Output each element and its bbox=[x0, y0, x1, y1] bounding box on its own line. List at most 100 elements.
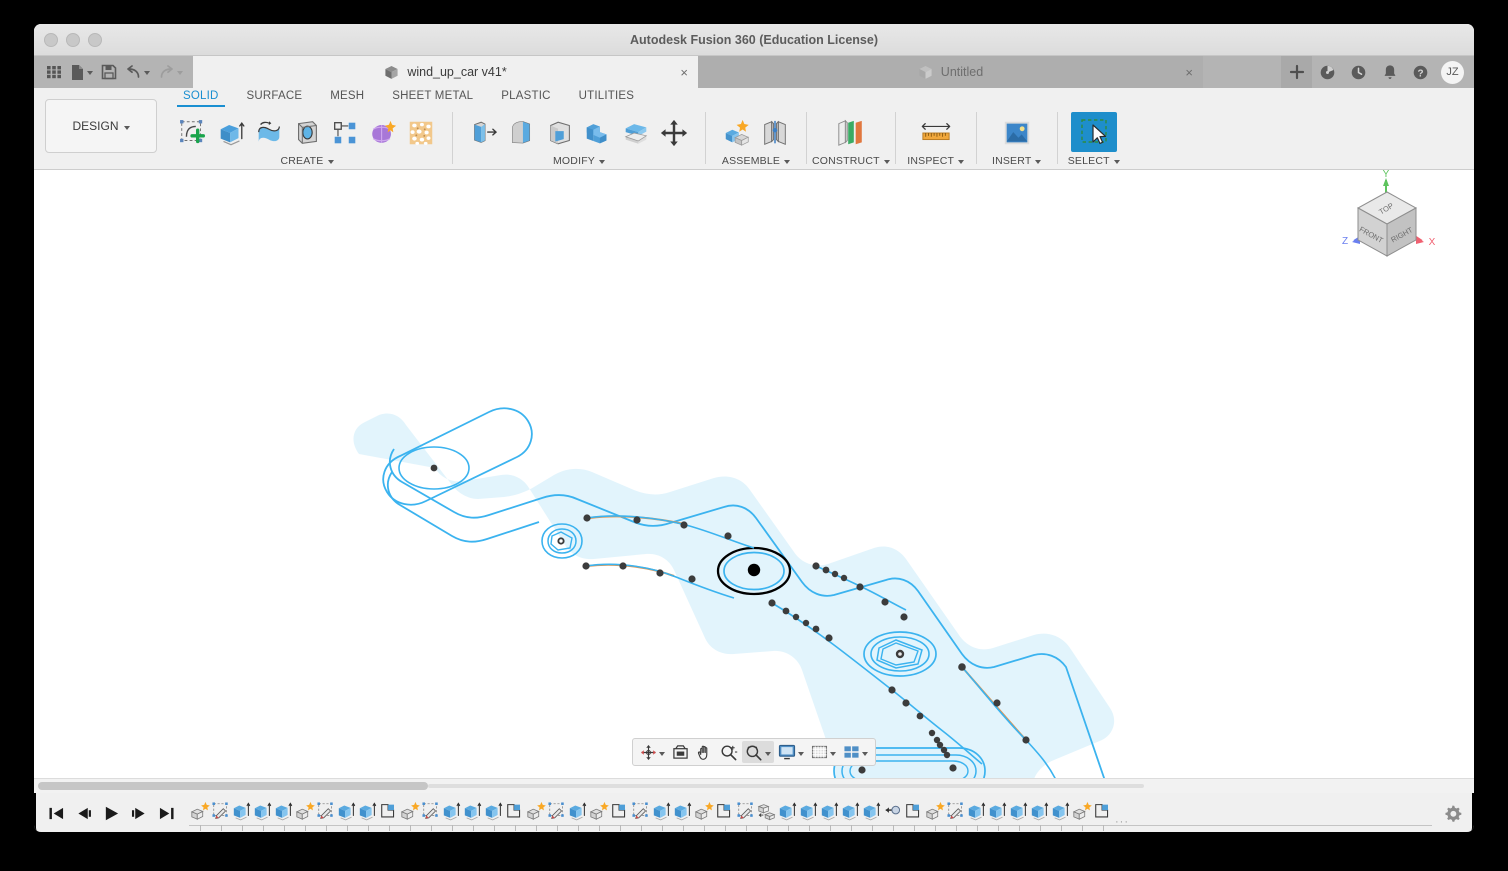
close-tab-icon[interactable]: × bbox=[680, 66, 688, 79]
move-copy-icon[interactable] bbox=[656, 114, 692, 152]
notifications-icon[interactable] bbox=[1374, 56, 1405, 88]
chevron-down-icon[interactable] bbox=[784, 159, 791, 164]
create-sketch-icon[interactable] bbox=[175, 114, 211, 152]
timeline-feature-new-component[interactable] bbox=[588, 794, 609, 832]
form-icon[interactable] bbox=[365, 114, 401, 152]
view-cube[interactable]: Y X Z TOP FRONT RIGHT bbox=[1334, 170, 1446, 275]
timeline-feature-extrude[interactable] bbox=[651, 794, 672, 832]
chevron-down-icon[interactable] bbox=[1035, 159, 1042, 164]
timeline-feature-sketch[interactable] bbox=[420, 794, 441, 832]
step-back-icon[interactable] bbox=[76, 806, 92, 821]
extrude-icon[interactable] bbox=[213, 114, 249, 152]
jump-to-beginning-icon[interactable] bbox=[48, 806, 65, 821]
timeline-feature-extrude[interactable] bbox=[336, 794, 357, 832]
scrollbar-thumb[interactable] bbox=[38, 782, 428, 790]
chevron-down-icon[interactable] bbox=[123, 125, 130, 130]
new-file-icon[interactable] bbox=[67, 61, 96, 84]
grid-snaps-icon[interactable] bbox=[808, 741, 839, 763]
timeline-feature-mirror[interactable] bbox=[609, 794, 630, 832]
workspace-switcher[interactable]: DESIGN bbox=[45, 99, 157, 153]
chevron-down-icon[interactable] bbox=[327, 159, 334, 164]
timeline-feature-new-component[interactable] bbox=[294, 794, 315, 832]
timeline-feature-extrude[interactable] bbox=[567, 794, 588, 832]
window-controls[interactable] bbox=[44, 32, 102, 47]
timeline-feature-new-component[interactable] bbox=[189, 794, 210, 832]
chevron-down-icon[interactable] bbox=[144, 71, 150, 75]
help-icon[interactable]: ? bbox=[1405, 56, 1436, 88]
panel-title-insert[interactable]: INSERT bbox=[992, 155, 1042, 167]
rectangular-pattern-icon[interactable] bbox=[327, 114, 363, 152]
panel-title-construct[interactable]: CONSTRUCT bbox=[812, 155, 890, 167]
chevron-down-icon[interactable] bbox=[883, 159, 890, 164]
chevron-down-icon[interactable] bbox=[1113, 159, 1120, 164]
timeline-feature-mirror[interactable] bbox=[504, 794, 525, 832]
redo-icon[interactable] bbox=[155, 62, 186, 83]
timeline-feature-extrude[interactable] bbox=[1029, 794, 1050, 832]
minimize-window-button[interactable] bbox=[66, 32, 80, 47]
timeline-feature-move-copy[interactable] bbox=[756, 794, 777, 832]
timeline-feature-list[interactable]: ··· bbox=[189, 792, 1432, 832]
chevron-down-icon[interactable] bbox=[177, 71, 183, 75]
timeline-feature-mirror[interactable] bbox=[903, 794, 924, 832]
maximize-window-button[interactable] bbox=[88, 32, 102, 47]
undo-icon[interactable] bbox=[122, 62, 153, 83]
tab-mesh[interactable]: MESH bbox=[316, 88, 378, 105]
press-pull-icon[interactable] bbox=[466, 114, 502, 152]
timeline-feature-extrude[interactable] bbox=[672, 794, 693, 832]
timeline-feature-mirror[interactable] bbox=[378, 794, 399, 832]
timeline-feature-extrude[interactable] bbox=[252, 794, 273, 832]
combine-icon[interactable] bbox=[580, 114, 616, 152]
chevron-down-icon[interactable] bbox=[830, 751, 836, 756]
fillet-icon[interactable] bbox=[504, 114, 540, 152]
sketch-geometry[interactable] bbox=[34, 170, 1474, 778]
display-settings-icon[interactable] bbox=[775, 741, 807, 763]
viewport-canvas[interactable]: Y X Z TOP FRONT RIGHT bbox=[34, 170, 1474, 778]
chevron-down-icon[interactable] bbox=[798, 751, 804, 756]
job-status-icon[interactable] bbox=[1343, 56, 1374, 88]
timeline-feature-extrude[interactable] bbox=[462, 794, 483, 832]
chevron-down-icon[interactable] bbox=[659, 751, 665, 756]
timeline-feature-sketch[interactable] bbox=[945, 794, 966, 832]
timeline-feature-sketch[interactable] bbox=[315, 794, 336, 832]
panel-title-modify[interactable]: MODIFY bbox=[553, 155, 606, 167]
shell-icon[interactable] bbox=[542, 114, 578, 152]
scrollbar-track[interactable] bbox=[428, 784, 1144, 788]
timeline-feature-extrude[interactable] bbox=[966, 794, 987, 832]
measure-icon[interactable] bbox=[909, 114, 963, 152]
fit-icon[interactable] bbox=[742, 741, 774, 763]
timeline-feature-extrude[interactable] bbox=[1050, 794, 1071, 832]
sketch-point[interactable] bbox=[430, 464, 438, 472]
timeline-feature-new-component[interactable] bbox=[924, 794, 945, 832]
tab-utilities[interactable]: UTILITIES bbox=[565, 88, 648, 105]
split-face-icon[interactable] bbox=[618, 114, 654, 152]
timeline-feature-mirror[interactable] bbox=[1092, 794, 1113, 832]
timeline-feature-extrude[interactable] bbox=[819, 794, 840, 832]
timeline-feature-joint[interactable] bbox=[882, 794, 903, 832]
timeline-feature-extrude[interactable] bbox=[231, 794, 252, 832]
timeline-feature-extrude[interactable] bbox=[1008, 794, 1029, 832]
timeline-feature-sketch[interactable] bbox=[546, 794, 567, 832]
new-component-icon[interactable] bbox=[719, 114, 755, 152]
document-tab-untitled[interactable]: Untitled × bbox=[698, 56, 1203, 88]
zoom-icon[interactable] bbox=[717, 741, 741, 763]
close-window-button[interactable] bbox=[44, 32, 58, 47]
timeline-feature-sketch[interactable] bbox=[735, 794, 756, 832]
panel-title-create[interactable]: CREATE bbox=[280, 155, 334, 167]
tab-surface[interactable]: SURFACE bbox=[233, 88, 317, 105]
pan-icon[interactable] bbox=[693, 741, 716, 763]
timeline-feature-mirror[interactable] bbox=[714, 794, 735, 832]
step-forward-icon[interactable] bbox=[131, 806, 147, 821]
close-tab-icon[interactable]: × bbox=[1185, 66, 1193, 79]
play-icon[interactable] bbox=[103, 805, 120, 822]
panel-title-inspect[interactable]: INSPECT bbox=[907, 155, 965, 167]
chevron-down-icon[interactable] bbox=[862, 751, 868, 756]
timeline-feature-extrude[interactable] bbox=[987, 794, 1008, 832]
insert-image-icon[interactable] bbox=[990, 114, 1044, 152]
chevron-down-icon[interactable] bbox=[958, 159, 965, 164]
look-at-icon[interactable] bbox=[669, 741, 692, 763]
timeline-feature-new-component[interactable] bbox=[693, 794, 714, 832]
timeline-feature-extrude[interactable] bbox=[483, 794, 504, 832]
timeline-feature-new-component[interactable] bbox=[1071, 794, 1092, 832]
offset-plane-icon[interactable] bbox=[824, 114, 878, 152]
select-cursor-icon[interactable] bbox=[1070, 112, 1117, 152]
